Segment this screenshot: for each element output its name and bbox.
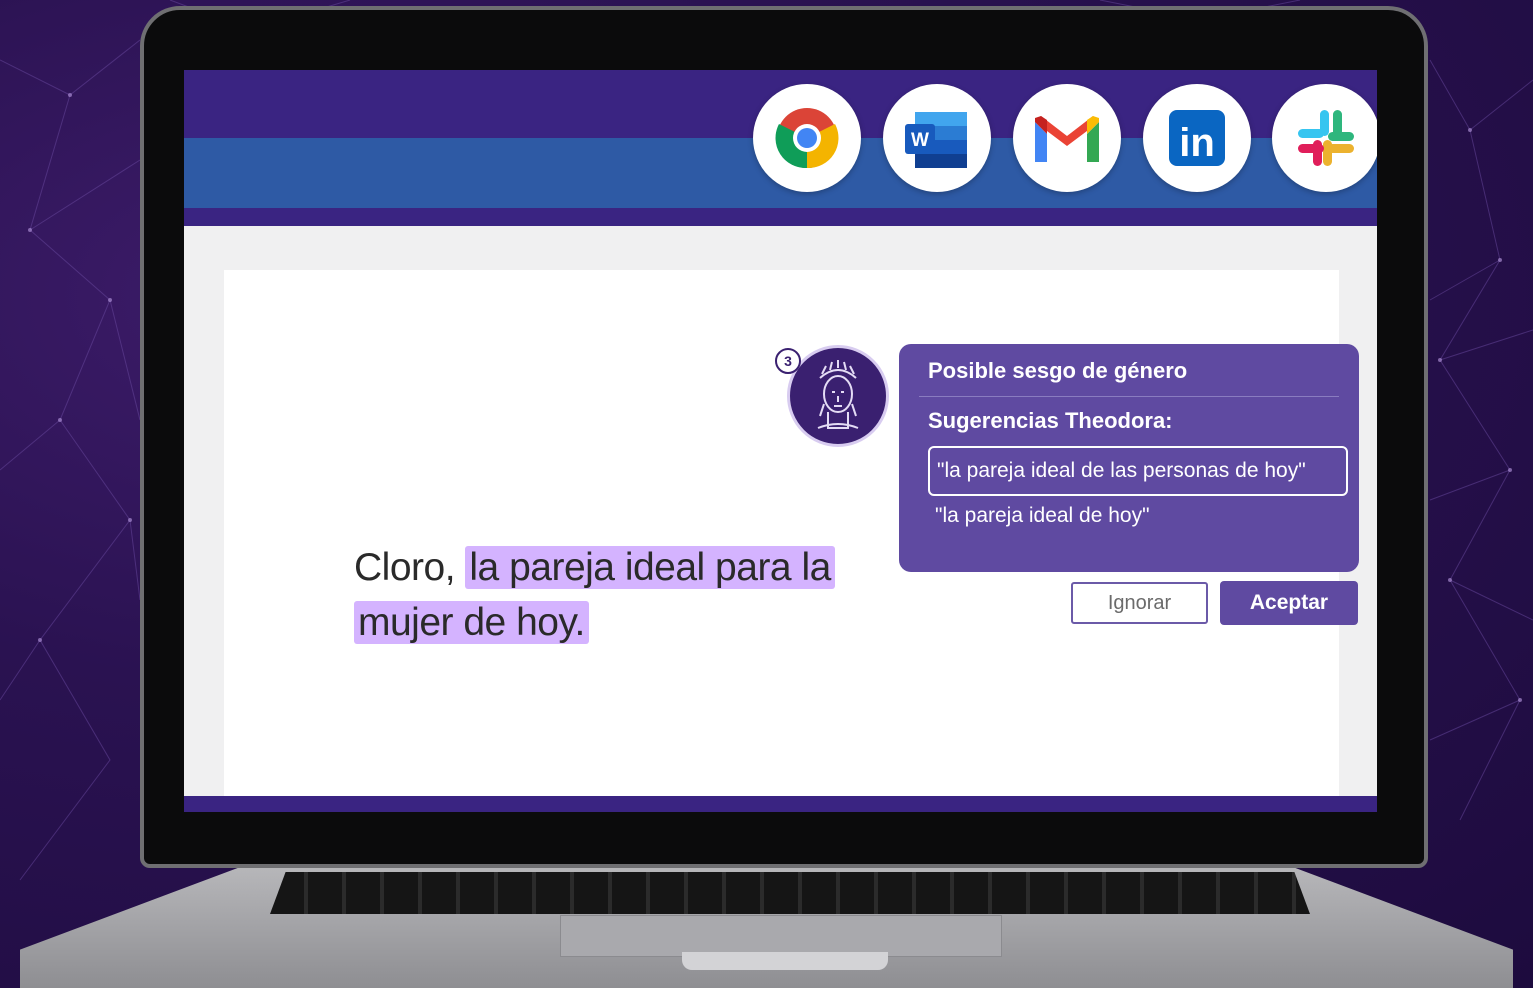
ignore-button[interactable]: Ignorar [1071, 582, 1208, 624]
suggestion-option-2[interactable]: "la pareja ideal de hoy" [935, 504, 1150, 528]
laptop-notch [682, 952, 888, 970]
popup-title: Posible sesgo de género [928, 358, 1188, 383]
document-text[interactable]: Cloro, la pareja ideal para la mujer de h… [354, 540, 894, 650]
header-bar-bottom [184, 208, 1377, 226]
slack-icon [1298, 110, 1354, 166]
linkedin-icon-label: in [1179, 121, 1215, 165]
suggestion-option-1[interactable]: "la pareja ideal de las personas de hoy" [928, 446, 1348, 496]
brand-name: Cloro [354, 546, 445, 589]
word-app[interactable]: W [883, 84, 991, 192]
linkedin-icon: in [1169, 110, 1225, 166]
footer-bar [184, 796, 1377, 812]
word-icon-letter: W [911, 130, 929, 151]
popup-divider [919, 396, 1339, 397]
chrome-icon [775, 108, 839, 169]
flagged-phrase-line2[interactable]: mujer de hoy. [354, 601, 589, 644]
flagged-phrase-line1[interactable]: la pareja ideal para la [465, 546, 835, 589]
theodora-avatar[interactable] [787, 345, 889, 447]
suggestion-count-badge: 3 [775, 348, 801, 374]
gmail-app[interactable] [1013, 84, 1121, 192]
word-icon: W [905, 112, 967, 168]
laptop-trackpad [560, 915, 1002, 957]
theodora-avatar-icon [817, 360, 859, 429]
accept-button[interactable]: Aceptar [1220, 581, 1358, 625]
chrome-app[interactable] [753, 84, 861, 192]
stage: W in Cloro, la pareja ideal para la muje… [0, 0, 1533, 988]
laptop-keyboard [270, 872, 1310, 914]
laptop-screen: W in Cloro, la pareja ideal para la muje… [184, 70, 1377, 812]
bias-suggestion-popup: Posible sesgo de género Sugerencias Theo… [899, 344, 1359, 572]
popup-subtitle: Sugerencias Theodora: [928, 408, 1173, 433]
gmail-icon [1035, 116, 1099, 162]
comma: , [444, 546, 456, 589]
slack-app[interactable] [1272, 84, 1377, 192]
linkedin-app[interactable]: in [1143, 84, 1251, 192]
